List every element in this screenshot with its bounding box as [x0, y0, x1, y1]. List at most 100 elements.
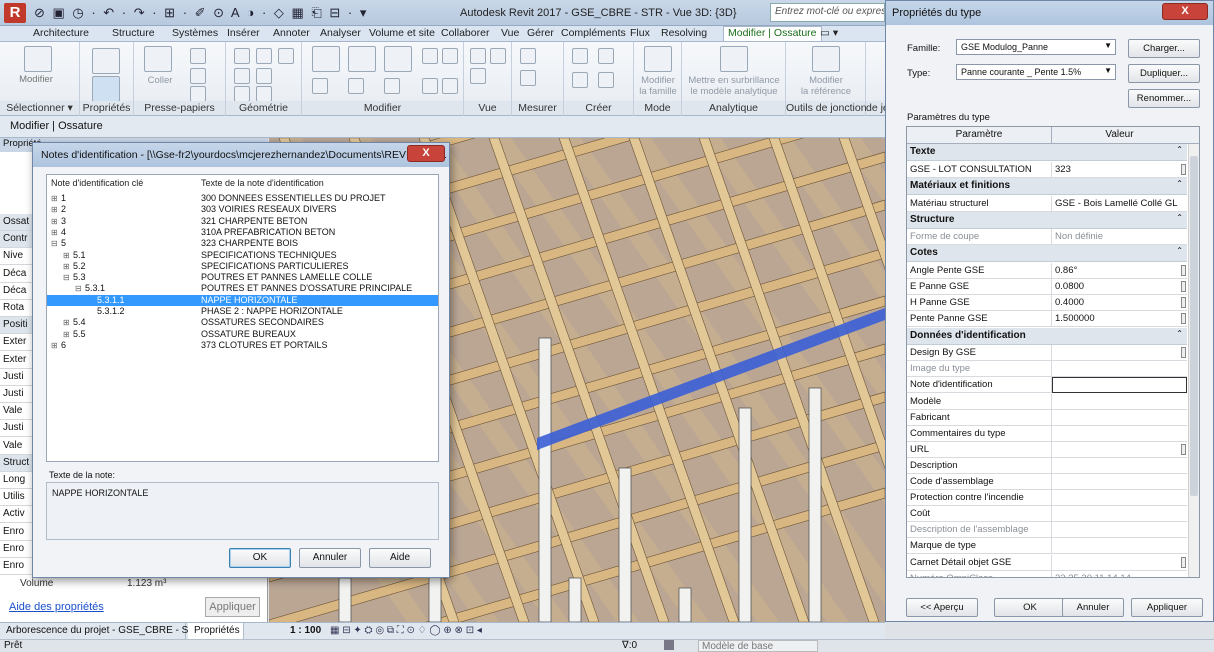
keynote-row[interactable]: ⊞ 1 300 DONNEES ESSENTIELLES DU PROJET — [47, 193, 438, 204]
ribbon-tab-10[interactable]: Compléments — [561, 27, 626, 39]
ribbon-tab-9[interactable]: Gérer — [527, 27, 554, 39]
offset-icon[interactable] — [348, 46, 376, 72]
design-options-icon[interactable] — [664, 640, 674, 650]
keynote-row[interactable]: ⊞ 5.2 SPECIFICATIONS PARTICULIERES — [47, 261, 438, 272]
quick-access-toolbar[interactable]: ⊘ ▣ ◷ · ↶ · ↷ · ⊞ · ✐ ⊙ A ◑ · ◇ ▦ ⎗ ⊟ · … — [34, 5, 368, 21]
wall-join-icon[interactable] — [234, 86, 250, 102]
worksets-filter[interactable]: ∇:0 — [622, 640, 637, 651]
scrollbar-thumb[interactable] — [1190, 156, 1198, 496]
param-edit-button[interactable] — [1181, 281, 1186, 293]
expand-icon[interactable]: ⊞ — [63, 250, 70, 261]
collapse-icon[interactable]: ⌃ — [1176, 329, 1183, 338]
properties-help-link[interactable]: Aide des propriétés — [9, 601, 104, 613]
ribbon-tab-11[interactable]: Flux — [630, 27, 650, 39]
param-value[interactable]: GSE - Bois Lamellé Collé GL — [1052, 196, 1187, 212]
param-value[interactable] — [1052, 361, 1187, 378]
keynote-row[interactable]: ⊟ 5.3.1 POUTRES ET PANNES D'OSSATURE PRINC… — [47, 283, 438, 294]
keynote-row[interactable]: ⊞ 4 310A PREFABRICATION BETON — [47, 227, 438, 238]
keynote-row[interactable]: ⊞ 5.5 OSSATURE BUREAUX — [47, 329, 438, 340]
copy-element-icon[interactable] — [442, 48, 458, 64]
project-browser-tab[interactable]: Arborescence du projet - GSE_CBRE - STR — [0, 623, 202, 640]
select-arrow-icon[interactable] — [24, 46, 52, 72]
select-group-label[interactable]: Sélectionner ▾ — [0, 101, 79, 115]
load-button[interactable]: Charger... — [1128, 39, 1200, 58]
revit-logo-button[interactable]: R — [4, 3, 26, 23]
param-value[interactable]: 323 — [1052, 162, 1187, 178]
param-edit-button[interactable] — [1181, 556, 1186, 568]
ok-button[interactable]: OK — [229, 548, 291, 568]
keynote-row[interactable]: ⊞ 6 373 CLOTURES ET PORTAILS — [47, 340, 438, 351]
ribbon-tab-4[interactable]: Annoter — [273, 27, 310, 39]
split-face-icon[interactable] — [234, 68, 250, 84]
model-dropdown[interactable]: Modèle de base — [698, 640, 818, 652]
expand-icon[interactable]: ⊞ — [51, 340, 58, 351]
keynote-row[interactable]: ⊞ 2 303 VOIRIES RESEAUX DIVERS — [47, 204, 438, 215]
collapse-icon[interactable]: ⌃ — [1176, 145, 1183, 154]
view-control-icons[interactable]: ▦ ⊟ ✦ ⛭ ◎ ⧉ ⛶ ⊙ ♢ ◯ ⊕ ⊗ ⊡ ◂ — [330, 625, 482, 636]
rotate-icon[interactable] — [312, 78, 328, 94]
edit-family-icon[interactable] — [644, 46, 672, 72]
mirror-icon[interactable] — [384, 46, 412, 72]
param-value[interactable] — [1052, 474, 1187, 490]
ribbon-tab-2[interactable]: Systèmes — [172, 27, 218, 39]
create-assembly-icon[interactable] — [572, 48, 588, 64]
ribbon-tab-3[interactable]: Insérer — [227, 27, 260, 39]
help-button[interactable]: Aide — [369, 548, 431, 568]
cut-icon[interactable] — [190, 48, 206, 64]
paste-icon[interactable] — [144, 46, 172, 72]
apply-properties-button[interactable]: Appliquer — [205, 597, 260, 617]
measure-icon[interactable] — [520, 48, 536, 64]
line-work-icon[interactable] — [470, 68, 486, 84]
properties-tab[interactable]: Propriétés — [188, 623, 244, 640]
copy-icon[interactable] — [190, 68, 206, 84]
expand-icon[interactable]: ⊞ — [63, 317, 70, 328]
expand-icon[interactable]: ⊞ — [51, 227, 58, 238]
value-column-header[interactable]: Valeur — [1052, 127, 1187, 144]
expand-icon[interactable]: ⊞ — [51, 216, 58, 227]
param-value[interactable] — [1052, 442, 1187, 458]
param-edit-button[interactable] — [1181, 265, 1186, 277]
highlight-analytic-icon[interactable] — [720, 46, 748, 72]
param-value[interactable]: 0.0800 — [1052, 279, 1187, 296]
type-properties-icon[interactable] — [92, 48, 120, 74]
modify-button[interactable]: Modifier — [6, 74, 66, 85]
edit-reference-button[interactable]: Modifier la référence — [786, 75, 866, 97]
param-value[interactable] — [1052, 490, 1187, 507]
trim-icon[interactable] — [348, 78, 364, 94]
ribbon-tab-5[interactable]: Analyser — [320, 27, 361, 39]
ribbon-tab-0[interactable]: Architecture — [33, 27, 89, 39]
cancel-button[interactable]: Annuler — [299, 548, 361, 568]
param-edit-button[interactable] — [1181, 313, 1186, 325]
collapse-icon[interactable]: ⌃ — [1176, 213, 1183, 222]
create-group-icon[interactable] — [572, 72, 588, 88]
paste-button[interactable]: Coller — [140, 75, 180, 86]
move-icon[interactable] — [422, 48, 438, 64]
expand-icon[interactable]: ⊞ — [63, 261, 70, 272]
expand-icon[interactable]: ⊞ — [51, 204, 58, 215]
join-icon[interactable] — [278, 48, 294, 64]
param-value[interactable] — [1052, 538, 1187, 555]
view-scale[interactable]: 1 : 100 — [290, 625, 321, 636]
param-value[interactable]: 23.25.30.11.14.14 — [1052, 571, 1187, 577]
expand-icon[interactable]: ⊞ — [63, 329, 70, 340]
keynote-row[interactable]: 5.3.1.2 PHASE 2 : NAPPE HORIZONTALE — [47, 306, 438, 317]
grid-section-header[interactable]: Matériaux et finitions ⌃ — [907, 177, 1187, 195]
grid-scrollbar[interactable] — [1188, 144, 1199, 577]
dimension-icon[interactable] — [520, 70, 536, 86]
param-column-header[interactable]: Paramètre — [907, 127, 1052, 144]
cancel-button[interactable]: Annuler — [1062, 598, 1124, 617]
keynote-tree[interactable]: Note d'identification clé Texte de la no… — [46, 174, 439, 462]
collapse-icon[interactable]: ⌃ — [1176, 179, 1183, 188]
create-parts-icon[interactable] — [598, 48, 614, 64]
type-parameters-grid[interactable]: Paramètre Valeur Texte ⌃ GSE - LOT CONSULT… — [906, 126, 1200, 578]
keynote-row[interactable]: ⊞ 3 321 CHARPENTE BETON — [47, 216, 438, 227]
demolish-icon[interactable] — [256, 86, 272, 102]
preview-button[interactable]: << Aperçu — [906, 598, 978, 617]
expand-icon[interactable]: ⊞ — [51, 193, 58, 204]
col-text-header[interactable]: Texte de la note d'identification — [201, 178, 324, 188]
array-icon[interactable] — [384, 78, 400, 94]
param-value[interactable] — [1052, 426, 1187, 442]
param-value[interactable] — [1052, 394, 1187, 410]
keynote-row[interactable]: 5.3.1.1 NAPPE HORIZONTALE — [47, 294, 438, 306]
keynote-row[interactable]: ⊟ 5 323 CHARPENTE BOIS — [47, 238, 438, 249]
